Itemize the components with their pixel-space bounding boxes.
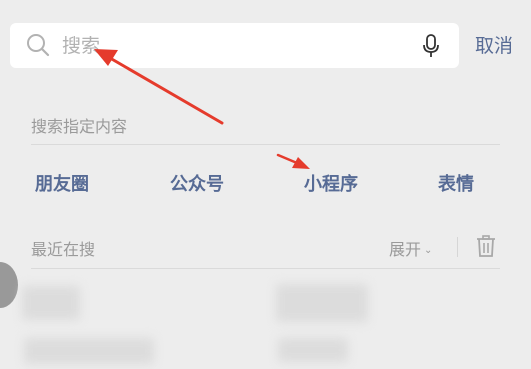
vertical-separator (457, 237, 458, 257)
search-icon (27, 34, 50, 57)
category-moments[interactable]: 朋友圈 (35, 170, 89, 196)
annotation-arrow (276, 153, 299, 165)
search-input[interactable] (62, 23, 402, 68)
expand-button[interactable]: 展开 ⌄ (389, 236, 432, 260)
divider (31, 144, 500, 145)
annotation-arrowhead (292, 157, 310, 169)
chevron-down-icon: ⌄ (424, 245, 433, 256)
blurred-recent-item[interactable] (24, 338, 154, 364)
floating-button[interactable] (0, 262, 18, 308)
category-stickers[interactable]: 表情 (438, 170, 474, 196)
blurred-recent-item[interactable] (278, 338, 348, 362)
blurred-recent-item[interactable] (276, 284, 368, 322)
recent-searches-label: 最近在搜 (31, 240, 96, 259)
section-label: 搜索指定内容 (31, 117, 128, 136)
microphone-icon[interactable] (421, 34, 441, 58)
divider (31, 268, 500, 269)
blurred-recent-item[interactable] (22, 286, 80, 320)
expand-label: 展开 (389, 240, 422, 259)
trash-icon[interactable] (476, 235, 496, 257)
category-mini-programs[interactable]: 小程序 (304, 170, 358, 196)
cancel-button[interactable]: 取消 (475, 31, 513, 58)
category-official-accounts[interactable]: 公众号 (170, 170, 224, 196)
search-box[interactable] (10, 23, 459, 68)
